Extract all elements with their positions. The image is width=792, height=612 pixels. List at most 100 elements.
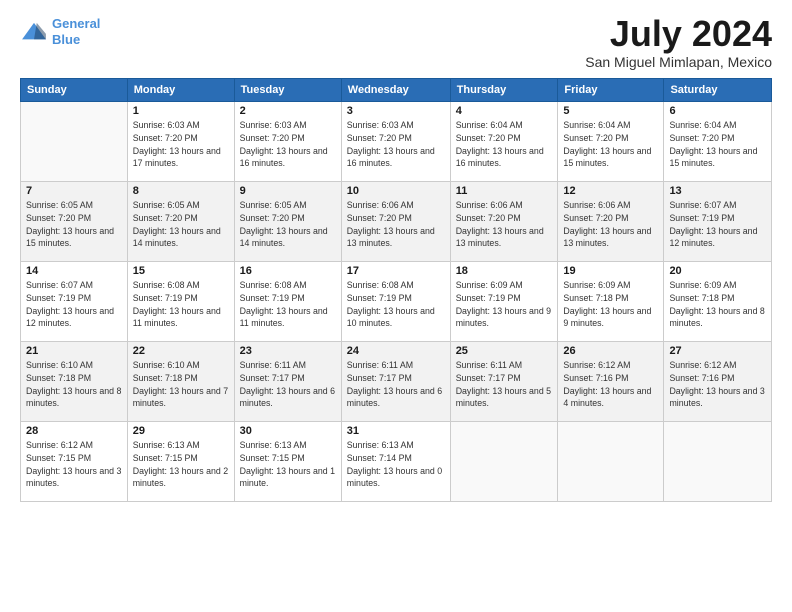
calendar-day-cell: 22 Sunrise: 6:10 AMSunset: 7:18 PMDaylig… — [127, 342, 234, 422]
day-number: 17 — [347, 265, 445, 277]
day-number: 12 — [563, 185, 658, 197]
calendar-day-cell: 3 Sunrise: 6:03 AMSunset: 7:20 PMDayligh… — [341, 102, 450, 182]
day-number: 8 — [133, 185, 229, 197]
day-info: Sunrise: 6:11 AMSunset: 7:17 PMDaylight:… — [240, 359, 336, 410]
day-number: 5 — [563, 105, 658, 117]
calendar-day-cell: 16 Sunrise: 6:08 AMSunset: 7:19 PMDaylig… — [234, 262, 341, 342]
day-number: 23 — [240, 345, 336, 357]
day-number: 16 — [240, 265, 336, 277]
day-number: 27 — [669, 345, 766, 357]
header-monday: Monday — [127, 79, 234, 102]
day-number: 1 — [133, 105, 229, 117]
day-number: 28 — [26, 425, 122, 437]
calendar-day-cell: 15 Sunrise: 6:08 AMSunset: 7:19 PMDaylig… — [127, 262, 234, 342]
day-info: Sunrise: 6:12 AMSunset: 7:16 PMDaylight:… — [669, 359, 766, 410]
calendar-week-row: 7 Sunrise: 6:05 AMSunset: 7:20 PMDayligh… — [21, 182, 772, 262]
calendar-day-cell — [450, 422, 558, 502]
day-number: 15 — [133, 265, 229, 277]
day-number: 21 — [26, 345, 122, 357]
header-sunday: Sunday — [21, 79, 128, 102]
day-info: Sunrise: 6:03 AMSunset: 7:20 PMDaylight:… — [240, 119, 336, 170]
day-number: 31 — [347, 425, 445, 437]
calendar-week-row: 14 Sunrise: 6:07 AMSunset: 7:19 PMDaylig… — [21, 262, 772, 342]
calendar-day-cell: 1 Sunrise: 6:03 AMSunset: 7:20 PMDayligh… — [127, 102, 234, 182]
day-info: Sunrise: 6:12 AMSunset: 7:16 PMDaylight:… — [563, 359, 658, 410]
day-info: Sunrise: 6:07 AMSunset: 7:19 PMDaylight:… — [669, 199, 766, 250]
day-info: Sunrise: 6:04 AMSunset: 7:20 PMDaylight:… — [563, 119, 658, 170]
calendar-day-cell: 30 Sunrise: 6:13 AMSunset: 7:15 PMDaylig… — [234, 422, 341, 502]
day-info: Sunrise: 6:06 AMSunset: 7:20 PMDaylight:… — [456, 199, 553, 250]
day-info: Sunrise: 6:09 AMSunset: 7:18 PMDaylight:… — [563, 279, 658, 330]
day-info: Sunrise: 6:13 AMSunset: 7:15 PMDaylight:… — [133, 439, 229, 490]
calendar-day-cell: 6 Sunrise: 6:04 AMSunset: 7:20 PMDayligh… — [664, 102, 772, 182]
calendar-day-cell: 9 Sunrise: 6:05 AMSunset: 7:20 PMDayligh… — [234, 182, 341, 262]
calendar-table: Sunday Monday Tuesday Wednesday Thursday… — [20, 78, 772, 502]
day-info: Sunrise: 6:05 AMSunset: 7:20 PMDaylight:… — [240, 199, 336, 250]
day-info: Sunrise: 6:08 AMSunset: 7:19 PMDaylight:… — [347, 279, 445, 330]
calendar-day-cell: 18 Sunrise: 6:09 AMSunset: 7:19 PMDaylig… — [450, 262, 558, 342]
day-info: Sunrise: 6:11 AMSunset: 7:17 PMDaylight:… — [347, 359, 445, 410]
day-number: 13 — [669, 185, 766, 197]
calendar-day-cell: 8 Sunrise: 6:05 AMSunset: 7:20 PMDayligh… — [127, 182, 234, 262]
day-number: 25 — [456, 345, 553, 357]
header-thursday: Thursday — [450, 79, 558, 102]
calendar-day-cell: 27 Sunrise: 6:12 AMSunset: 7:16 PMDaylig… — [664, 342, 772, 422]
location: San Miguel Mimlapan, Mexico — [585, 54, 772, 70]
day-number: 19 — [563, 265, 658, 277]
day-number: 11 — [456, 185, 553, 197]
header-wednesday: Wednesday — [341, 79, 450, 102]
day-info: Sunrise: 6:03 AMSunset: 7:20 PMDaylight:… — [347, 119, 445, 170]
logo: General Blue — [20, 16, 100, 47]
calendar-day-cell: 4 Sunrise: 6:04 AMSunset: 7:20 PMDayligh… — [450, 102, 558, 182]
day-number: 3 — [347, 105, 445, 117]
day-number: 18 — [456, 265, 553, 277]
day-number: 20 — [669, 265, 766, 277]
calendar-day-cell — [558, 422, 664, 502]
day-number: 29 — [133, 425, 229, 437]
day-info: Sunrise: 6:11 AMSunset: 7:17 PMDaylight:… — [456, 359, 553, 410]
calendar-day-cell: 20 Sunrise: 6:09 AMSunset: 7:18 PMDaylig… — [664, 262, 772, 342]
calendar-header-row: Sunday Monday Tuesday Wednesday Thursday… — [21, 79, 772, 102]
day-info: Sunrise: 6:09 AMSunset: 7:19 PMDaylight:… — [456, 279, 553, 330]
title-area: July 2024 San Miguel Mimlapan, Mexico — [585, 16, 772, 70]
day-info: Sunrise: 6:13 AMSunset: 7:14 PMDaylight:… — [347, 439, 445, 490]
day-number: 4 — [456, 105, 553, 117]
calendar-day-cell: 14 Sunrise: 6:07 AMSunset: 7:19 PMDaylig… — [21, 262, 128, 342]
day-info: Sunrise: 6:10 AMSunset: 7:18 PMDaylight:… — [133, 359, 229, 410]
header-friday: Friday — [558, 79, 664, 102]
day-info: Sunrise: 6:08 AMSunset: 7:19 PMDaylight:… — [133, 279, 229, 330]
day-info: Sunrise: 6:05 AMSunset: 7:20 PMDaylight:… — [133, 199, 229, 250]
day-number: 10 — [347, 185, 445, 197]
logo-text: General Blue — [52, 16, 100, 47]
calendar-day-cell: 24 Sunrise: 6:11 AMSunset: 7:17 PMDaylig… — [341, 342, 450, 422]
calendar-day-cell: 25 Sunrise: 6:11 AMSunset: 7:17 PMDaylig… — [450, 342, 558, 422]
day-info: Sunrise: 6:08 AMSunset: 7:19 PMDaylight:… — [240, 279, 336, 330]
day-number: 14 — [26, 265, 122, 277]
calendar-day-cell: 21 Sunrise: 6:10 AMSunset: 7:18 PMDaylig… — [21, 342, 128, 422]
calendar-day-cell: 23 Sunrise: 6:11 AMSunset: 7:17 PMDaylig… — [234, 342, 341, 422]
day-info: Sunrise: 6:05 AMSunset: 7:20 PMDaylight:… — [26, 199, 122, 250]
day-number: 22 — [133, 345, 229, 357]
calendar-day-cell: 7 Sunrise: 6:05 AMSunset: 7:20 PMDayligh… — [21, 182, 128, 262]
day-info: Sunrise: 6:06 AMSunset: 7:20 PMDaylight:… — [347, 199, 445, 250]
day-number: 2 — [240, 105, 336, 117]
day-info: Sunrise: 6:07 AMSunset: 7:19 PMDaylight:… — [26, 279, 122, 330]
day-info: Sunrise: 6:09 AMSunset: 7:18 PMDaylight:… — [669, 279, 766, 330]
day-number: 9 — [240, 185, 336, 197]
calendar-day-cell — [21, 102, 128, 182]
day-info: Sunrise: 6:12 AMSunset: 7:15 PMDaylight:… — [26, 439, 122, 490]
day-number: 24 — [347, 345, 445, 357]
logo-icon — [20, 21, 48, 43]
day-number: 7 — [26, 185, 122, 197]
calendar-day-cell — [664, 422, 772, 502]
day-info: Sunrise: 6:04 AMSunset: 7:20 PMDaylight:… — [669, 119, 766, 170]
month-title: July 2024 — [585, 16, 772, 52]
calendar-day-cell: 11 Sunrise: 6:06 AMSunset: 7:20 PMDaylig… — [450, 182, 558, 262]
day-number: 30 — [240, 425, 336, 437]
calendar-day-cell: 17 Sunrise: 6:08 AMSunset: 7:19 PMDaylig… — [341, 262, 450, 342]
day-number: 6 — [669, 105, 766, 117]
header: General Blue July 2024 San Miguel Mimlap… — [20, 16, 772, 70]
calendar-week-row: 28 Sunrise: 6:12 AMSunset: 7:15 PMDaylig… — [21, 422, 772, 502]
calendar-day-cell: 28 Sunrise: 6:12 AMSunset: 7:15 PMDaylig… — [21, 422, 128, 502]
page: General Blue July 2024 San Miguel Mimlap… — [0, 0, 792, 612]
